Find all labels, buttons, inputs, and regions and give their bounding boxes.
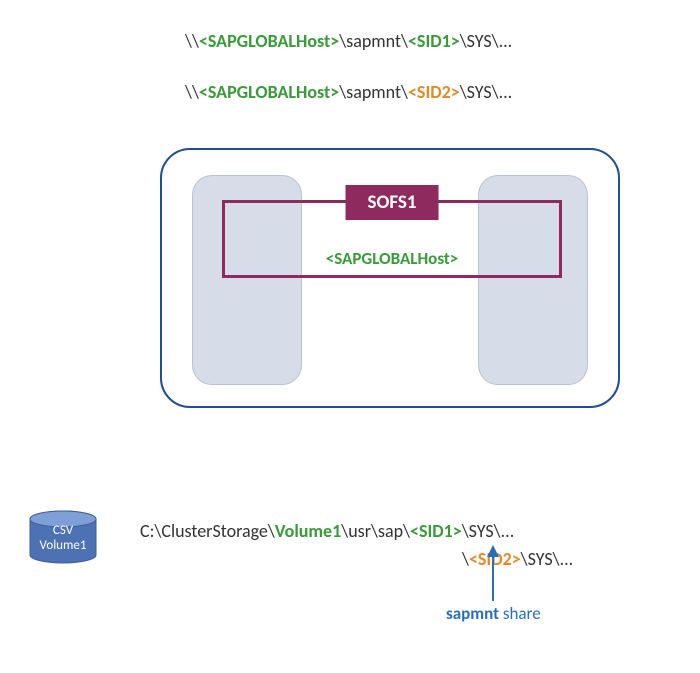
path-segment: \SYS\... bbox=[460, 81, 513, 103]
path-segment: \\ bbox=[185, 30, 199, 52]
local-path-line-1: C:\ClusterStorage\Volume1\usr\sap\<SID1>… bbox=[140, 520, 573, 542]
csv-disk-label-line1: CSV bbox=[28, 524, 98, 539]
sid2-placeholder: <SID2> bbox=[408, 81, 460, 103]
path-segment: \usr\sap\ bbox=[341, 520, 410, 542]
sofs-hostname: <SAPGLOBALHost> bbox=[326, 248, 459, 269]
sid1-placeholder: <SID1> bbox=[408, 30, 460, 52]
path-segment: \sapmnt\ bbox=[339, 30, 408, 52]
unc-paths: \\<SAPGLOBALHost>\sapmnt\<SID1>\SYS\... … bbox=[185, 30, 512, 105]
path-segment: C:\ClusterStorage\ bbox=[140, 520, 275, 542]
sapmnt-share-suffix: share bbox=[499, 603, 541, 624]
volume-placeholder: Volume1 bbox=[275, 520, 341, 542]
path-segment: \SYS\... bbox=[462, 520, 515, 542]
sapmnt-share-name: sapmnt bbox=[446, 603, 499, 624]
sapmnt-share-label: sapmnt share bbox=[446, 603, 541, 624]
sofs-role-span: SOFS1 <SAPGLOBALHost> bbox=[222, 200, 562, 278]
csv-disk-label-line2: Volume1 bbox=[28, 539, 98, 554]
unc-path-line-1: \\<SAPGLOBALHost>\sapmnt\<SID1>\SYS\... bbox=[185, 30, 512, 53]
sofs-label: SOFS1 bbox=[346, 185, 439, 220]
arrow-up-icon bbox=[483, 545, 503, 601]
sid1-placeholder: <SID1> bbox=[410, 520, 462, 542]
csv-disk-label: CSV Volume1 bbox=[28, 524, 98, 554]
unc-path-line-2: \\<SAPGLOBALHost>\sapmnt\<SID2>\SYS\... bbox=[185, 81, 512, 104]
host-placeholder: <SAPGLOBALHost> bbox=[199, 30, 339, 52]
path-segment: \sapmnt\ bbox=[339, 81, 408, 103]
host-placeholder: <SAPGLOBALHost> bbox=[199, 81, 339, 103]
sapmnt-share-callout: sapmnt share bbox=[446, 545, 541, 624]
csv-volume-disk-icon: CSV Volume1 bbox=[28, 510, 98, 564]
path-segment: \\ bbox=[185, 81, 199, 103]
cluster-container: SOFS1 <SAPGLOBALHost> bbox=[160, 148, 620, 408]
path-segment: \SYS\... bbox=[460, 30, 513, 52]
